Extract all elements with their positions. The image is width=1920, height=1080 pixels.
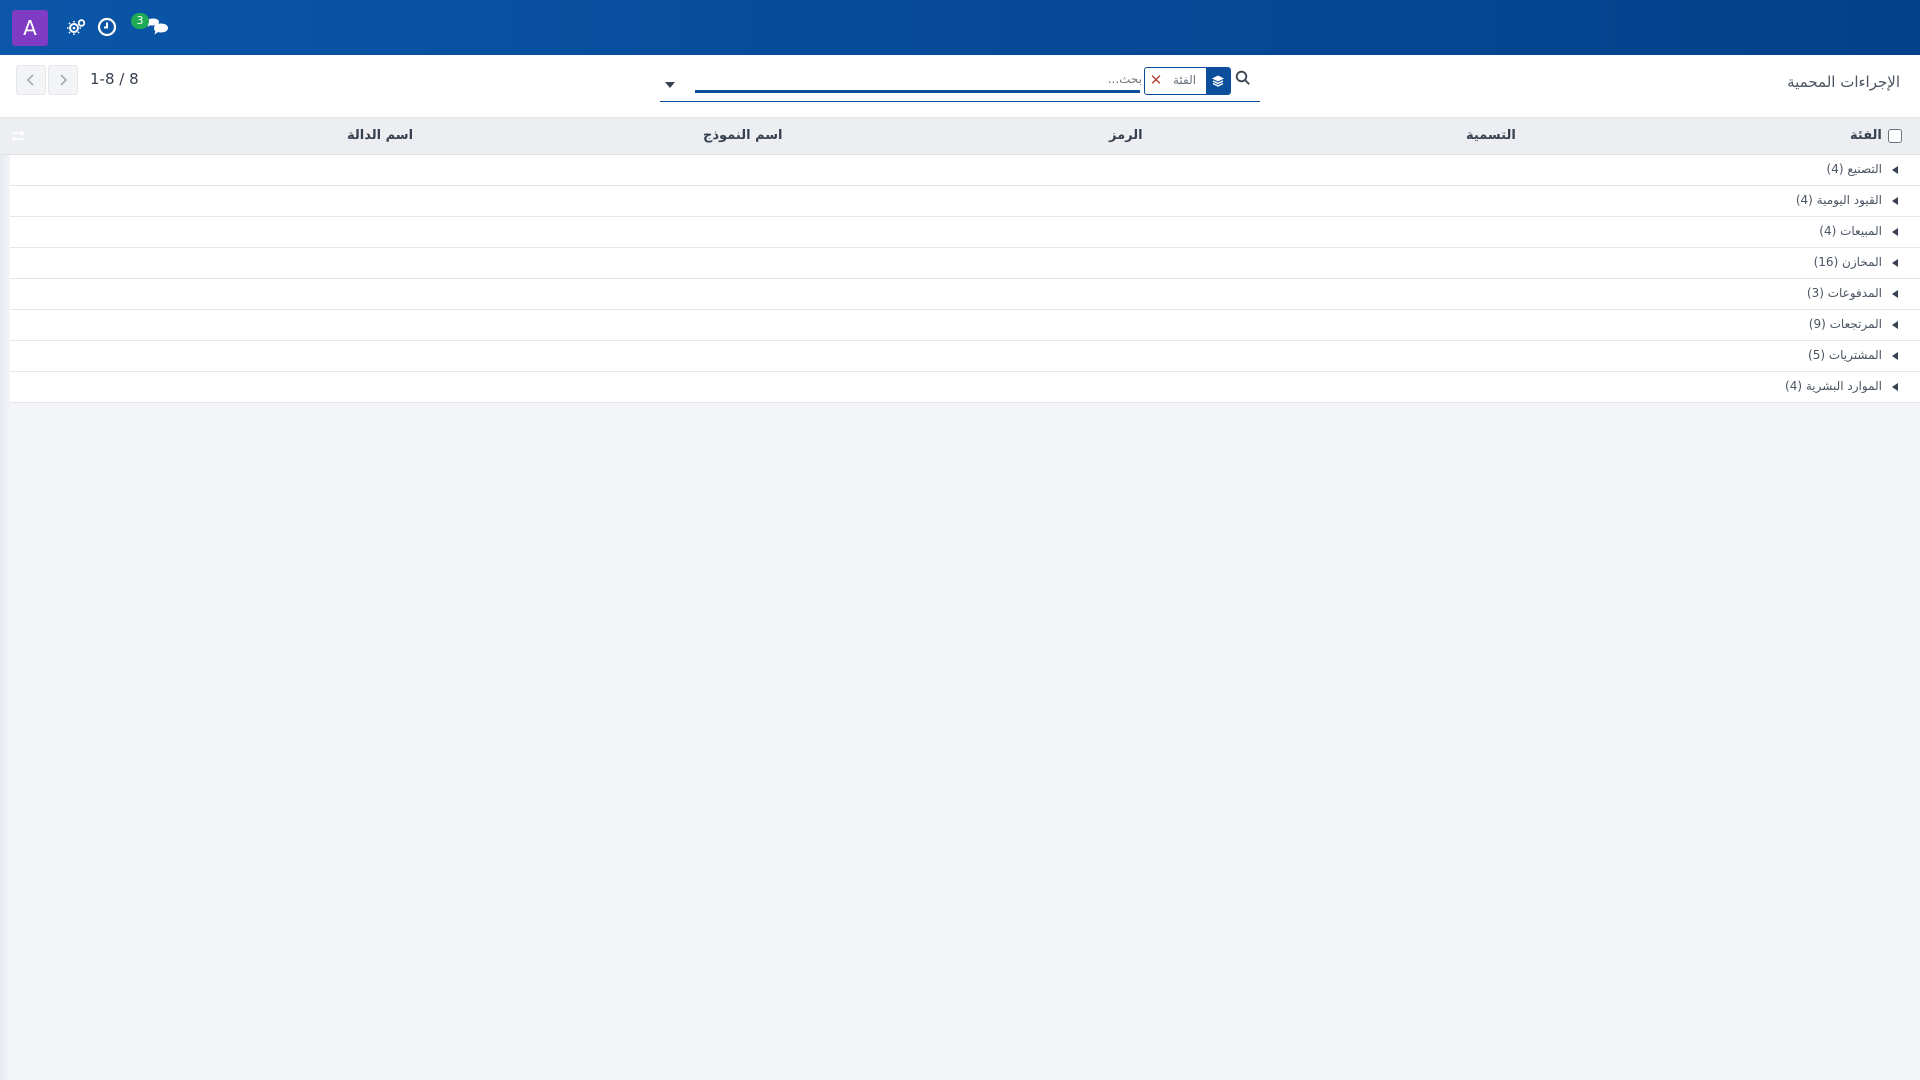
remove-facet-icon[interactable]: ✕: [1145, 68, 1167, 94]
pager-previous-button[interactable]: [16, 65, 46, 95]
group-label: القيود اليومية (4): [1795, 193, 1882, 207]
caret-left-icon: [1892, 228, 1898, 236]
column-header-code[interactable]: الرمز: [1109, 128, 1143, 143]
caret-left-icon: [1892, 352, 1898, 360]
caret-left-icon: [1892, 321, 1898, 329]
caret-down-icon: [665, 82, 675, 88]
group-label: الموارد البشرية (4): [1785, 379, 1882, 393]
caret-left-icon: [1892, 166, 1898, 174]
column-header-category[interactable]: الفئة: [1850, 128, 1882, 143]
group-label: المخازن (16): [1813, 255, 1882, 269]
group-list: التصنيع (4) القيود اليومية (4) المبيعات …: [0, 155, 1920, 403]
user-avatar[interactable]: A: [12, 10, 48, 46]
group-label: المرتجعات (9): [1808, 317, 1882, 331]
group-row[interactable]: التصنيع (4): [0, 155, 1920, 186]
settings-gears-icon[interactable]: [66, 16, 88, 38]
chevron-right-icon: [60, 74, 68, 86]
caret-left-icon: [1892, 290, 1898, 298]
clock-icon[interactable]: [96, 16, 118, 38]
group-row[interactable]: المخازن (16): [0, 248, 1920, 279]
group-label: المدفوعات (3): [1806, 286, 1882, 300]
facet-value: الفئة: [1173, 73, 1197, 87]
group-row[interactable]: المشتريات (5): [0, 341, 1920, 372]
pager-value[interactable]: 1-8 / 8: [90, 70, 139, 88]
column-header-function-name[interactable]: اسم الدالة: [347, 128, 413, 143]
content-edge-shadow: [0, 155, 10, 1080]
search-input[interactable]: [700, 67, 1144, 91]
group-row[interactable]: المرتجعات (9): [0, 310, 1920, 341]
control-panel: 1-8 / 8 ✕ الفئة الإجراءات المحمية: [0, 55, 1920, 118]
group-row[interactable]: المدفوعات (3): [0, 279, 1920, 310]
caret-left-icon: [1892, 259, 1898, 267]
search-options-toggle[interactable]: [664, 75, 680, 88]
group-label: المبيعات (4): [1819, 224, 1882, 238]
caret-left-icon: [1892, 197, 1898, 205]
group-by-layers-icon: [1206, 68, 1231, 94]
search-facet: ✕ الفئة: [1144, 67, 1232, 95]
column-header-label[interactable]: التسمية: [1466, 128, 1516, 143]
group-label: التصنيع (4): [1826, 162, 1882, 176]
column-header-model-name[interactable]: اسم النموذج: [703, 128, 783, 143]
page-title: الإجراءات المحمية: [1787, 73, 1900, 91]
top-navbar: A 3: [0, 0, 1920, 55]
search-icon[interactable]: [1234, 69, 1252, 87]
group-row[interactable]: المبيعات (4): [0, 217, 1920, 248]
group-label: المشتريات (5): [1808, 348, 1882, 362]
chevron-left-icon: [26, 74, 34, 86]
pager-next-button[interactable]: [48, 65, 78, 95]
column-settings-icon[interactable]: [10, 128, 26, 144]
messages-badge: 3: [131, 13, 149, 29]
group-row[interactable]: الموارد البشرية (4): [0, 372, 1920, 403]
table-header: اسم الدالة اسم النموذج الرمز التسمية الف…: [0, 118, 1920, 155]
select-all-checkbox[interactable]: [1888, 129, 1902, 143]
group-row[interactable]: القيود اليومية (4): [0, 186, 1920, 217]
caret-left-icon: [1892, 383, 1898, 391]
